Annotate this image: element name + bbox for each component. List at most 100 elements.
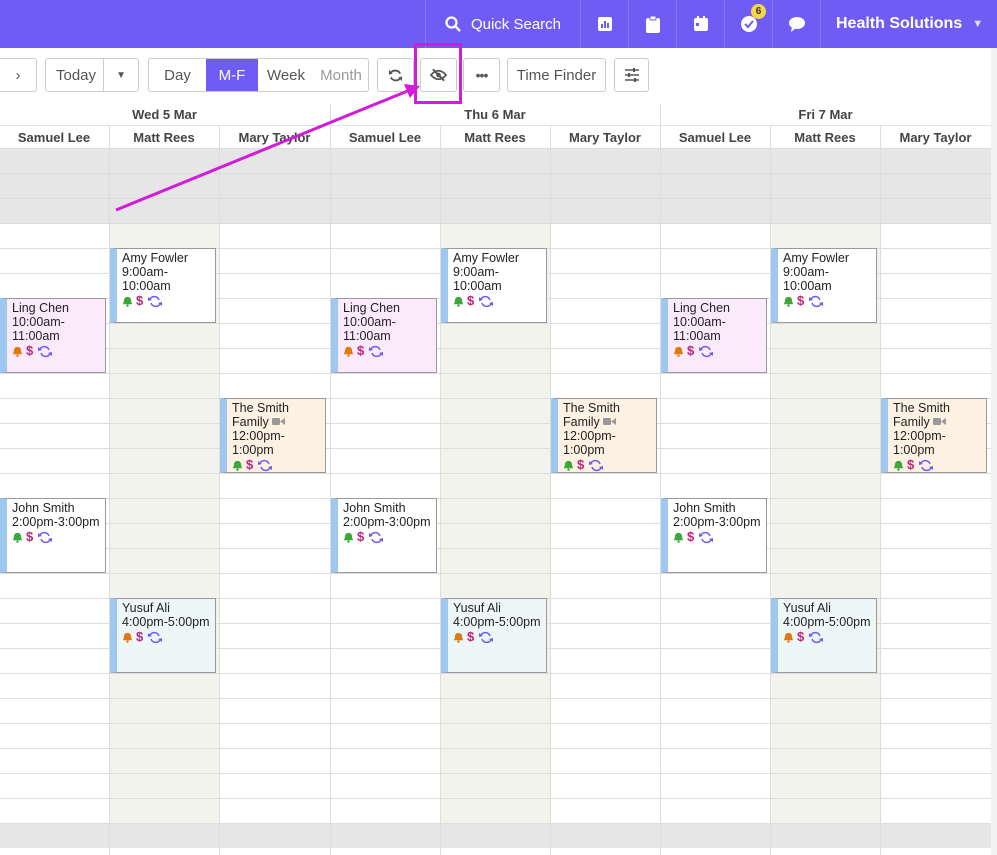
- appointment-card[interactable]: Yusuf Ali 4:00pm-5:00pm $: [441, 598, 547, 673]
- quick-search-button[interactable]: Quick Search: [425, 0, 580, 48]
- view-week[interactable]: Week: [258, 59, 314, 91]
- appointment-card[interactable]: The Smith Family 12:00pm- 1:00pm $: [551, 398, 657, 473]
- reports-button[interactable]: [580, 0, 628, 48]
- filter-settings-button[interactable]: [614, 58, 649, 92]
- chevron-down-icon: ▼: [103, 59, 138, 91]
- appointment-card[interactable]: John Smith 2:00pm-3:00pm $: [331, 498, 437, 573]
- bell-icon: [12, 346, 23, 357]
- bell-icon: [122, 296, 133, 307]
- time-slot-row[interactable]: [0, 323, 991, 348]
- tasks-count-badge: 6: [751, 4, 766, 19]
- time-slot-row[interactable]: [0, 423, 991, 448]
- time-slot-row[interactable]: [0, 348, 991, 373]
- appointment-card[interactable]: Ling Chen 10:00am- 11:00am $: [331, 298, 437, 373]
- appointment-status-icons: $: [673, 344, 766, 358]
- appointment-status-icons: $: [343, 344, 436, 358]
- payment-icon: $: [467, 629, 475, 644]
- payment-icon: $: [797, 293, 805, 308]
- payment-icon: $: [797, 629, 805, 644]
- payment-icon: $: [467, 293, 475, 308]
- chevron-down-icon: ▼: [972, 18, 984, 30]
- appointment-card[interactable]: Yusuf Ali 4:00pm-5:00pm $: [110, 598, 216, 673]
- appointment-client-name: John Smith: [673, 501, 736, 515]
- tasks-button[interactable]: 6: [724, 0, 772, 48]
- time-slot-row[interactable]: [0, 398, 991, 423]
- organization-menu[interactable]: Health Solutions ▼: [820, 0, 997, 48]
- more-options-button[interactable]: •••: [463, 58, 500, 92]
- view-month[interactable]: Month: [314, 59, 368, 91]
- view-day[interactable]: Day: [149, 59, 206, 91]
- appointment-card[interactable]: Amy Fowler 9:00am- 10:00am $: [110, 248, 216, 323]
- bell-icon: [563, 460, 574, 471]
- staff-column-header: Matt Rees: [133, 129, 195, 145]
- time-slot-row[interactable]: [0, 773, 991, 798]
- time-slot-row[interactable]: [0, 373, 991, 398]
- bell-icon: [783, 296, 794, 307]
- recurring-icon: [919, 459, 934, 471]
- appointment-client-name: Ling Chen: [12, 301, 69, 315]
- calendar-button[interactable]: [676, 0, 724, 48]
- appointment-card[interactable]: The Smith Family 12:00pm- 1:00pm $: [881, 398, 987, 473]
- video-camera-icon: [932, 418, 946, 425]
- recurring-icon: [258, 459, 273, 471]
- refresh-button[interactable]: [377, 58, 414, 92]
- refresh-icon: [388, 69, 403, 81]
- highlight-box-annotation: [414, 43, 462, 104]
- recurring-icon: [148, 295, 163, 307]
- time-finder-button[interactable]: Time Finder: [507, 58, 606, 92]
- time-slot-row[interactable]: [0, 573, 991, 598]
- appointment-card[interactable]: Yusuf Ali 4:00pm-5:00pm $: [771, 598, 877, 673]
- time-slot-row[interactable]: [0, 223, 991, 248]
- payment-icon: $: [26, 343, 34, 358]
- bell-icon: [343, 532, 354, 543]
- staff-column-header: Samuel Lee: [17, 129, 91, 145]
- time-slot-row[interactable]: [0, 173, 991, 198]
- sliders-icon: [624, 68, 639, 82]
- time-slot-row[interactable]: [0, 723, 991, 748]
- time-slot-row[interactable]: [0, 548, 991, 573]
- next-button[interactable]: ›: [0, 58, 37, 92]
- clipboard-button[interactable]: [628, 0, 676, 48]
- time-slot-row[interactable]: [0, 198, 991, 223]
- view-m-f[interactable]: M-F: [206, 59, 258, 91]
- chart-icon: [597, 17, 612, 31]
- calendar-grid: Wed 5 Mar Thu 6 Mar Fri 7 Mar Samuel Lee Mat…: [0, 104, 991, 855]
- time-slot-row[interactable]: [0, 448, 991, 473]
- appointment-client-name: John Smith: [12, 501, 75, 515]
- appointment-card[interactable]: Amy Fowler 9:00am- 10:00am $: [441, 248, 547, 323]
- time-slot-row[interactable]: [0, 498, 991, 523]
- time-slot-row[interactable]: [0, 148, 991, 173]
- page-scrollbar[interactable]: [991, 48, 997, 855]
- appointment-card[interactable]: Ling Chen 10:00am- 11:00am $: [0, 298, 106, 373]
- today-dropdown[interactable]: Today ▼: [45, 58, 139, 92]
- appointment-card[interactable]: Amy Fowler 9:00am- 10:00am $: [771, 248, 877, 323]
- recurring-icon: [809, 631, 824, 643]
- time-slot-row[interactable]: [0, 523, 991, 548]
- staff-column-header: Samuel Lee: [678, 129, 752, 145]
- time-slot-row[interactable]: [0, 673, 991, 698]
- appointment-card[interactable]: John Smith 2:00pm-3:00pm $: [661, 498, 767, 573]
- appointment-card[interactable]: The Smith Family 12:00pm- 1:00pm $: [220, 398, 326, 473]
- appointment-status-icons: $: [563, 458, 656, 472]
- search-icon: [445, 16, 461, 32]
- appointment-time: 4:00pm-5:00pm: [783, 615, 871, 629]
- time-slot-row[interactable]: [0, 748, 991, 773]
- appointment-card[interactable]: John Smith 2:00pm-3:00pm $: [0, 498, 106, 573]
- messages-button[interactable]: [772, 0, 820, 48]
- time-slot-row[interactable]: [0, 823, 991, 848]
- appointment-card[interactable]: Ling Chen 10:00am- 11:00am $: [661, 298, 767, 373]
- time-slot-row[interactable]: [0, 473, 991, 498]
- payment-icon: $: [577, 457, 585, 472]
- appointment-client-name: Amy Fowler: [122, 251, 188, 265]
- time-slot-row[interactable]: [0, 698, 991, 723]
- appointment-status-icons: $: [783, 294, 876, 308]
- appointment-status-icons: $: [12, 530, 105, 544]
- staff-column-header: Matt Rees: [794, 129, 856, 145]
- recurring-icon: [589, 459, 604, 471]
- chevron-right-icon: ›: [15, 66, 21, 84]
- bell-icon: [453, 632, 464, 643]
- time-slot-row[interactable]: [0, 798, 991, 823]
- appointment-client-name: Yusuf Ali: [783, 601, 831, 615]
- column-divider: [440, 126, 441, 855]
- appointment-client-name: Ling Chen: [343, 301, 400, 315]
